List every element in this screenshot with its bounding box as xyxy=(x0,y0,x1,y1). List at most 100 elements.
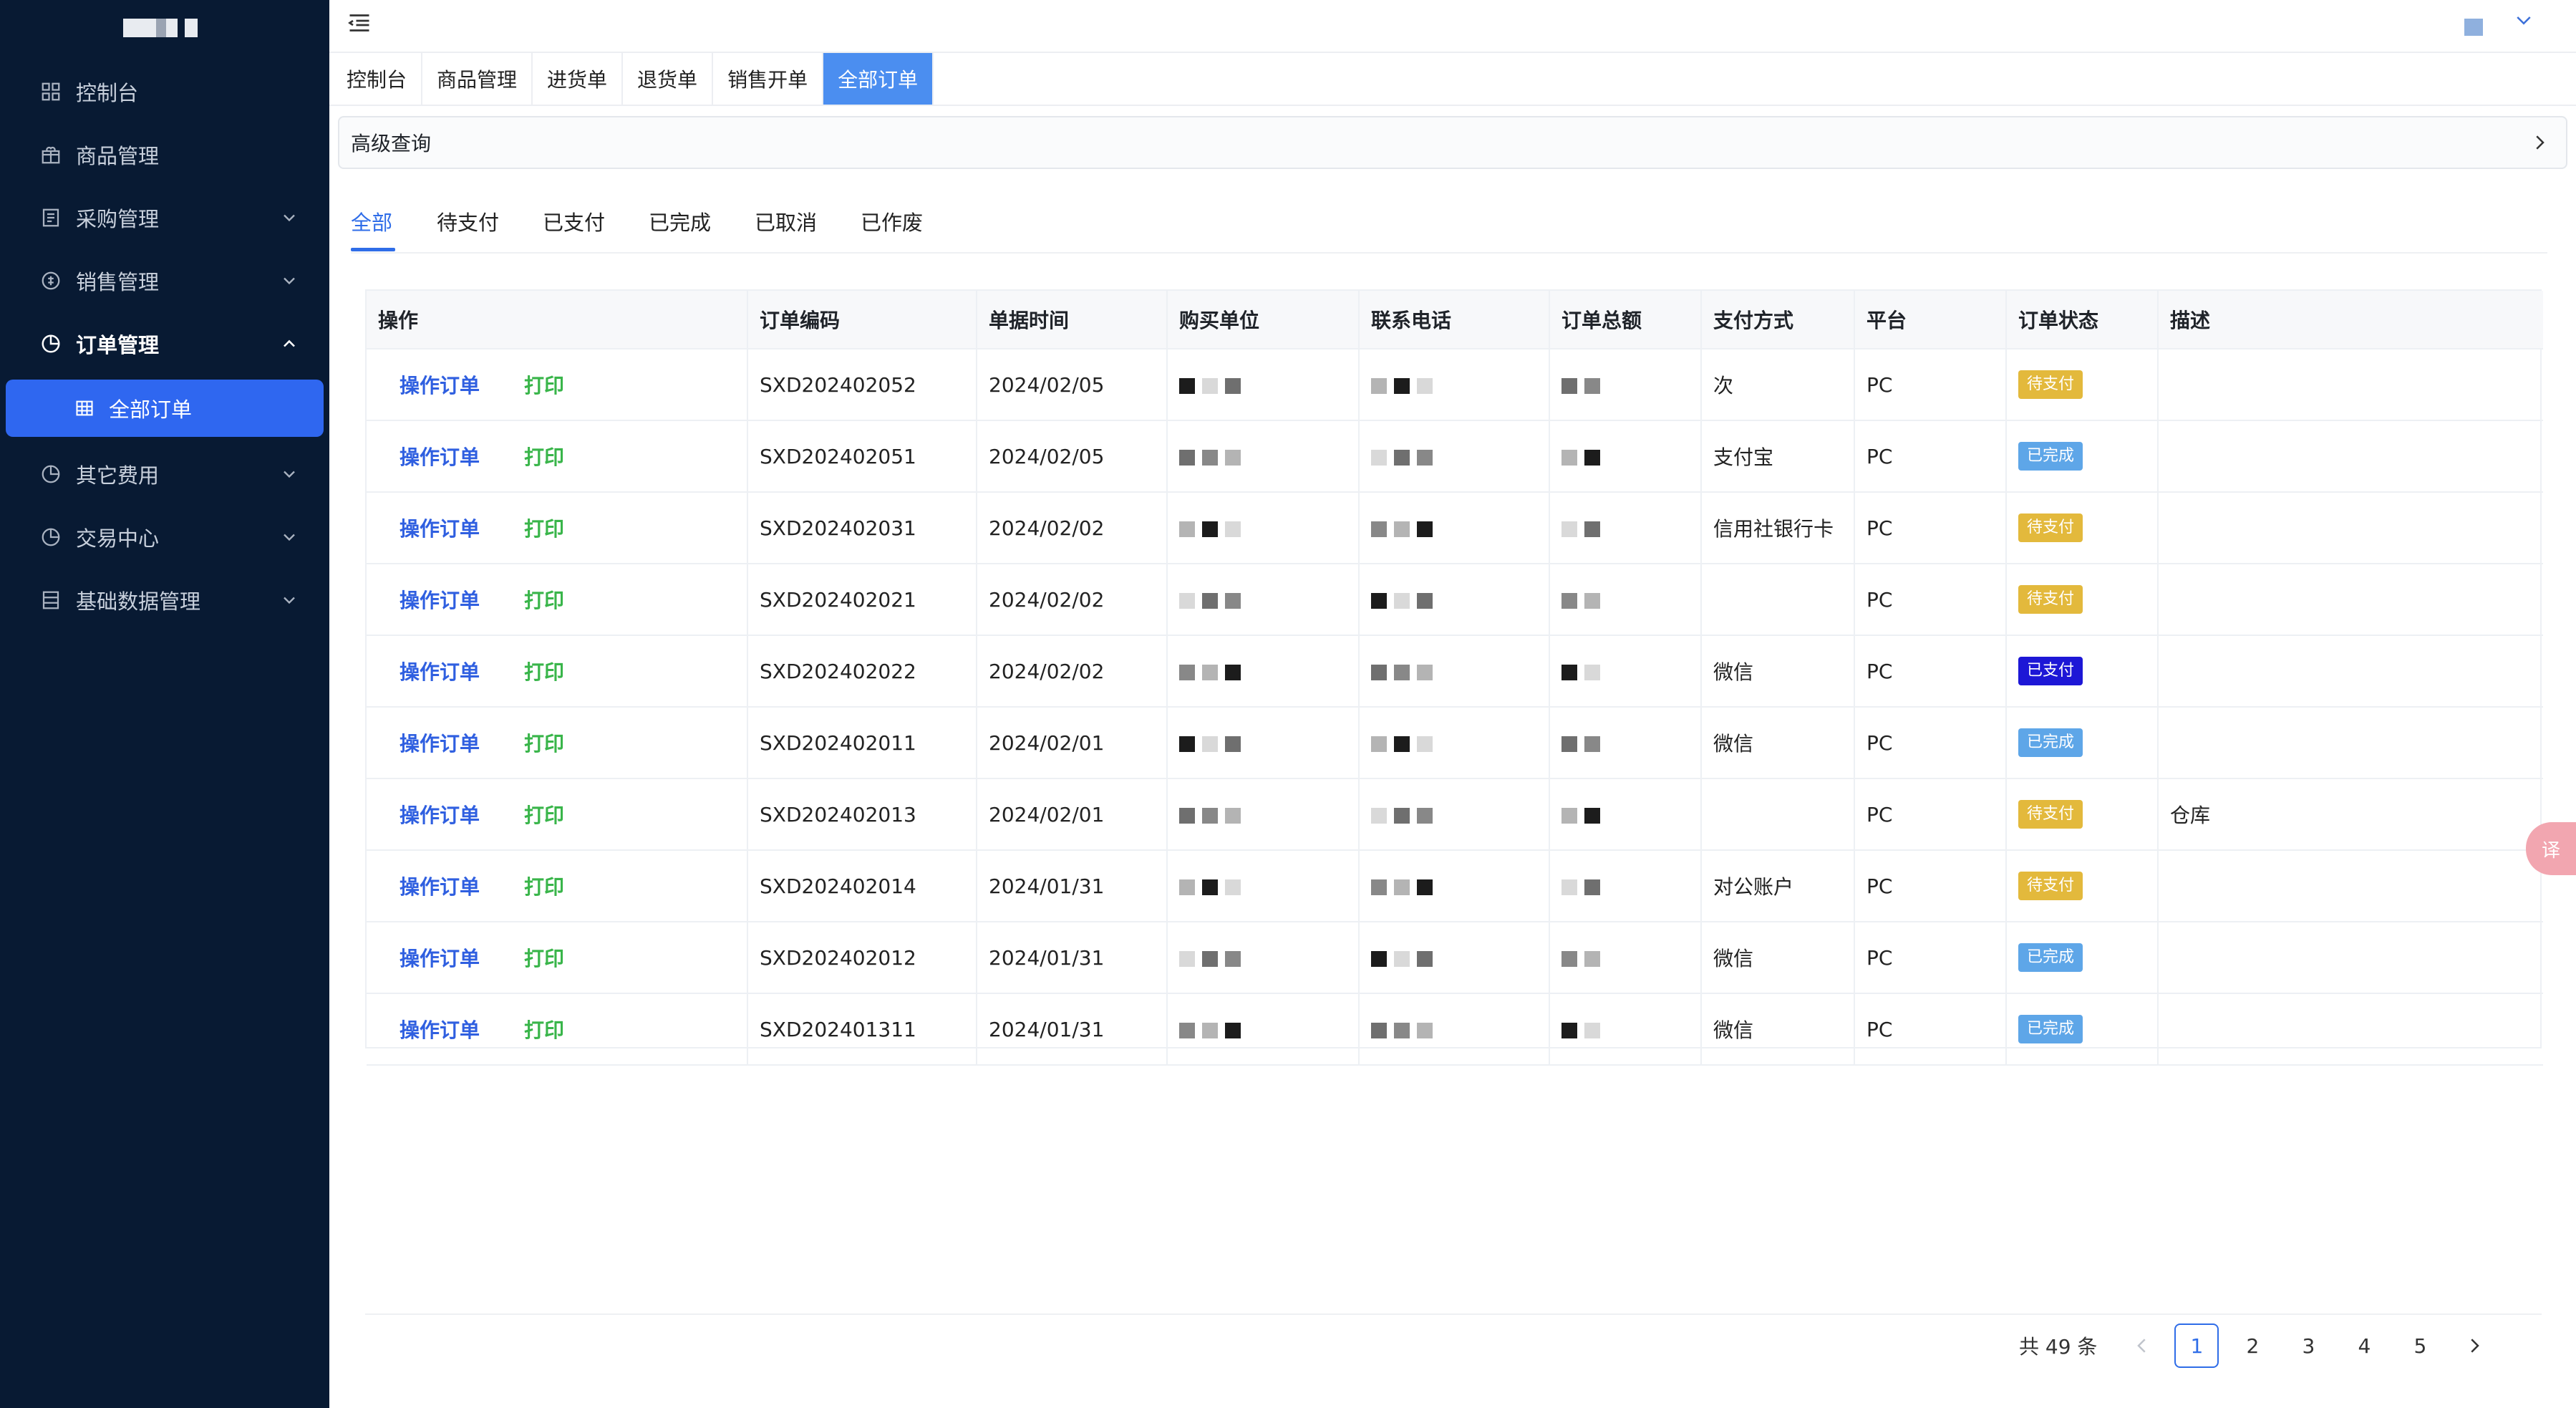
redacted-content xyxy=(1179,665,1241,680)
chevron-right-icon[interactable] xyxy=(2464,1335,2485,1356)
redacted-content xyxy=(1561,665,1600,680)
page-button-2[interactable]: 2 xyxy=(2230,1323,2275,1368)
operate-order-link[interactable]: 操作订单 xyxy=(400,589,480,612)
total-amount-cell xyxy=(1549,564,1702,636)
print-link[interactable]: 打印 xyxy=(524,374,564,397)
order-date-cell: 2024/02/02 xyxy=(977,635,1168,708)
status-tab-pending[interactable]: 待支付 xyxy=(437,206,499,251)
sidebar-item-products[interactable]: 商品管理 xyxy=(0,123,329,186)
order-code-cell: SXD202402031 xyxy=(747,492,977,564)
status-tab-cancelled[interactable]: 已取消 xyxy=(755,206,817,251)
order-date-cell: 2024/01/31 xyxy=(977,850,1168,922)
payment-method-cell: 支付宝 xyxy=(1701,420,1855,493)
status-badge: 已支付 xyxy=(2018,657,2083,685)
redacted-content xyxy=(1561,951,1600,967)
status-cell: 已完成 xyxy=(2006,420,2159,493)
chevron-left-icon[interactable] xyxy=(2131,1335,2153,1356)
sidebar-item-dashboard[interactable]: 控制台 xyxy=(0,60,329,123)
avatar[interactable] xyxy=(2464,19,2483,36)
operate-order-link[interactable]: 操作订单 xyxy=(400,374,480,397)
buyer-cell xyxy=(1167,778,1360,851)
status-badge: 待支付 xyxy=(2018,513,2083,542)
status-cell: 待支付 xyxy=(2006,492,2159,564)
operate-order-link[interactable]: 操作订单 xyxy=(400,947,480,970)
status-tab-all[interactable]: 全部 xyxy=(351,206,396,251)
sidebar-item-label: 销售管理 xyxy=(76,270,160,294)
total-amount-cell xyxy=(1549,492,1702,564)
tab-products[interactable]: 商品管理 xyxy=(422,53,533,105)
actions-cell: 操作订单 打印 xyxy=(367,564,748,636)
operate-order-link[interactable]: 操作订单 xyxy=(400,732,480,756)
sidebar-item-trade-center[interactable]: 交易中心 xyxy=(0,506,329,569)
tab-all-orders[interactable]: 全部订单 xyxy=(823,53,934,105)
chevron-right-icon[interactable] xyxy=(2529,132,2550,153)
status-cell: 待支付 xyxy=(2006,564,2159,636)
phone-cell xyxy=(1359,635,1550,708)
column-header: 订单编码 xyxy=(747,291,977,349)
order-code-cell: SXD202402021 xyxy=(747,564,977,636)
order-date-cell: 2024/02/05 xyxy=(977,349,1168,421)
column-header: 平台 xyxy=(1854,291,2007,349)
print-link[interactable]: 打印 xyxy=(524,445,564,469)
page-button-4[interactable]: 4 xyxy=(2342,1323,2386,1368)
operate-order-link[interactable]: 操作订单 xyxy=(400,445,480,469)
advanced-query-panel[interactable]: 高级查询 xyxy=(338,116,2567,169)
operate-order-link[interactable]: 操作订单 xyxy=(400,517,480,541)
print-link[interactable]: 打印 xyxy=(524,804,564,827)
status-tab-paid[interactable]: 已支付 xyxy=(543,206,605,251)
sidebar-item-base-data[interactable]: 基础数据管理 xyxy=(0,569,329,632)
page-button-5[interactable]: 5 xyxy=(2398,1323,2442,1368)
tab-dashboard[interactable]: 控制台 xyxy=(332,53,423,105)
order-code-cell: SXD202402051 xyxy=(747,420,977,493)
print-link[interactable]: 打印 xyxy=(524,1018,564,1042)
operate-order-link[interactable]: 操作订单 xyxy=(400,660,480,684)
page-button-1[interactable]: 1 xyxy=(2174,1323,2219,1368)
sidebar-item-orders[interactable]: 订单管理 xyxy=(0,312,329,375)
tab-purchase-order[interactable]: 进货单 xyxy=(533,53,624,105)
operate-order-link[interactable]: 操作订单 xyxy=(400,1018,480,1042)
print-link[interactable]: 打印 xyxy=(524,517,564,541)
sidebar-item-label: 采购管理 xyxy=(76,207,160,231)
buyer-cell xyxy=(1167,492,1360,564)
table-row: 操作订单 打印 SXD202402052 2024/02/05 次 PC 待支付 xyxy=(367,349,2543,421)
redacted-content xyxy=(1561,521,1600,537)
operate-order-link[interactable]: 操作订单 xyxy=(400,875,480,899)
status-badge: 待支付 xyxy=(2018,800,2083,829)
menu-fold-icon[interactable] xyxy=(347,10,372,36)
platform-cell: PC xyxy=(1854,635,2007,708)
sidebar-item-label: 订单管理 xyxy=(76,333,160,357)
column-header: 描述 xyxy=(2158,291,2543,349)
actions-cell: 操作订单 打印 xyxy=(367,850,748,922)
table-row: 操作订单 打印 SXD202402031 2024/02/02 信用社银行卡 PC 待支付 xyxy=(367,492,2543,564)
sidebar-item-sales[interactable]: 销售管理 xyxy=(0,249,329,312)
actions-cell: 操作订单 打印 xyxy=(367,778,748,851)
sidebar-item-purchase[interactable]: 采购管理 xyxy=(0,186,329,249)
print-link[interactable]: 打印 xyxy=(524,732,564,756)
operate-order-link[interactable]: 操作订单 xyxy=(400,804,480,827)
tab-return-order[interactable]: 退货单 xyxy=(623,53,714,105)
table-row: 操作订单 打印 SXD202402012 2024/01/31 微信 PC 已完成 xyxy=(367,922,2543,994)
status-tab-voided[interactable]: 已作废 xyxy=(861,206,923,251)
redacted-content xyxy=(1371,665,1433,680)
orders-table: 操作 订单编码 单据时间 购买单位 联系电话 订单总额 支付方式 平台 订单状态… xyxy=(365,289,2543,1066)
order-date-cell: 2024/02/01 xyxy=(977,778,1168,851)
translate-float-button[interactable]: 译 xyxy=(2526,822,2576,875)
status-tab-completed[interactable]: 已完成 xyxy=(649,206,711,251)
chevron-down-icon[interactable] xyxy=(2513,10,2534,32)
tab-sales-order[interactable]: 销售开单 xyxy=(713,53,824,105)
sidebar-item-other-fees[interactable]: 其它费用 xyxy=(0,443,329,506)
buyer-cell xyxy=(1167,850,1360,922)
print-link[interactable]: 打印 xyxy=(524,660,564,684)
dashboard-icon xyxy=(42,82,60,101)
column-header: 支付方式 xyxy=(1701,291,1855,349)
sidebar-item-all-orders[interactable]: 全部订单 xyxy=(6,380,324,437)
pie-icon xyxy=(42,465,60,483)
redacted-content xyxy=(1179,450,1241,466)
table-header-row: 操作 订单编码 单据时间 购买单位 联系电话 订单总额 支付方式 平台 订单状态… xyxy=(367,291,2543,349)
page-button-3[interactable]: 3 xyxy=(2286,1323,2330,1368)
phone-cell xyxy=(1359,778,1550,851)
print-link[interactable]: 打印 xyxy=(524,875,564,899)
print-link[interactable]: 打印 xyxy=(524,947,564,970)
table-row: 操作订单 打印 SXD202402021 2024/02/02 PC 待支付 xyxy=(367,564,2543,636)
print-link[interactable]: 打印 xyxy=(524,589,564,612)
